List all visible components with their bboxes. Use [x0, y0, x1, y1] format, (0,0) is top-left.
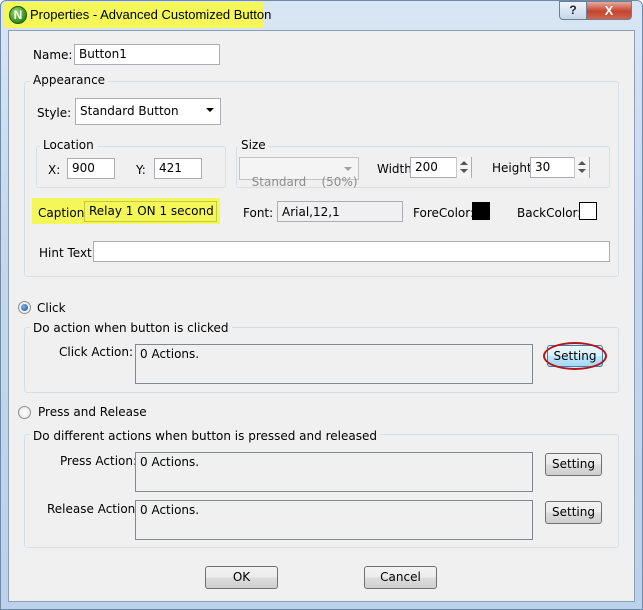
size-preset-value: Standard (50%) [251, 175, 358, 189]
click-action-group-title: Do action when button is clicked [30, 321, 232, 335]
radio-selected-dot [21, 304, 28, 311]
style-label: Style: [37, 106, 72, 120]
spin-up-icon[interactable] [578, 161, 586, 165]
location-y-input[interactable]: 421 [154, 158, 202, 179]
backcolor-swatch[interactable] [579, 202, 597, 220]
close-button[interactable]: X [586, 1, 632, 20]
press-release-group-title: Do different actions when button is pres… [30, 429, 380, 443]
press-action-setting-button[interactable]: Setting [545, 453, 602, 476]
name-label: Name: [33, 48, 73, 62]
press-action-list: 0 Actions. [135, 452, 533, 492]
location-y-label: Y: [136, 163, 146, 177]
annotation-ring [543, 342, 607, 370]
appearance-group-title: Appearance [30, 73, 109, 87]
release-action-label: Release Action: [47, 502, 140, 516]
name-input[interactable]: Button1 [74, 44, 220, 65]
caption-label: Caption: [38, 206, 89, 220]
press-release-radio-label[interactable]: Press and Release [38, 405, 147, 419]
press-action-label: Press Action: [60, 454, 138, 468]
cancel-button[interactable]: Cancel [364, 566, 437, 589]
spin-down-icon[interactable] [578, 169, 586, 173]
caption-input[interactable]: Relay 1 ON 1 second [84, 201, 217, 222]
window-title: Properties - Advanced Customized Button [30, 7, 272, 22]
click-radio-label[interactable]: Click [37, 301, 66, 315]
width-value: 200 [415, 160, 438, 174]
font-field[interactable]: Arial,12,1 [277, 201, 403, 222]
chevron-down-icon [206, 108, 214, 112]
chevron-down-icon [344, 167, 352, 171]
backcolor-label: BackColor: [517, 206, 582, 220]
height-spinner-arrows[interactable] [574, 157, 589, 178]
release-action-list: 0 Actions. [135, 500, 533, 540]
click-radio[interactable] [18, 301, 31, 314]
size-preset-dropdown[interactable]: Standard (50%) [239, 157, 359, 189]
width-spinner-arrows[interactable] [456, 157, 471, 178]
app-logo-icon: N [9, 6, 27, 24]
ok-button[interactable]: OK [205, 566, 278, 589]
forecolor-label: ForeColor: [413, 206, 475, 220]
spin-up-icon[interactable] [460, 161, 468, 165]
style-dropdown-value: Standard Button [80, 104, 179, 118]
hint-text-label: Hint Text: [39, 246, 96, 260]
font-label: Font: [243, 206, 274, 220]
release-action-setting-button[interactable]: Setting [545, 501, 602, 524]
location-group-title: Location [40, 138, 97, 152]
forecolor-swatch[interactable] [472, 202, 490, 220]
help-button[interactable]: ? [559, 1, 587, 20]
style-dropdown[interactable]: Standard Button [75, 98, 221, 125]
click-action-list: 0 Actions. [135, 344, 533, 384]
click-action-label: Click Action: [59, 345, 134, 359]
height-value: 30 [535, 160, 551, 174]
spin-down-icon[interactable] [460, 169, 468, 173]
location-x-input[interactable]: 900 [67, 158, 115, 179]
hint-text-input[interactable] [93, 241, 610, 262]
size-group-title: Size [238, 138, 269, 152]
press-release-radio[interactable] [18, 406, 31, 419]
location-x-label: X: [48, 163, 61, 177]
